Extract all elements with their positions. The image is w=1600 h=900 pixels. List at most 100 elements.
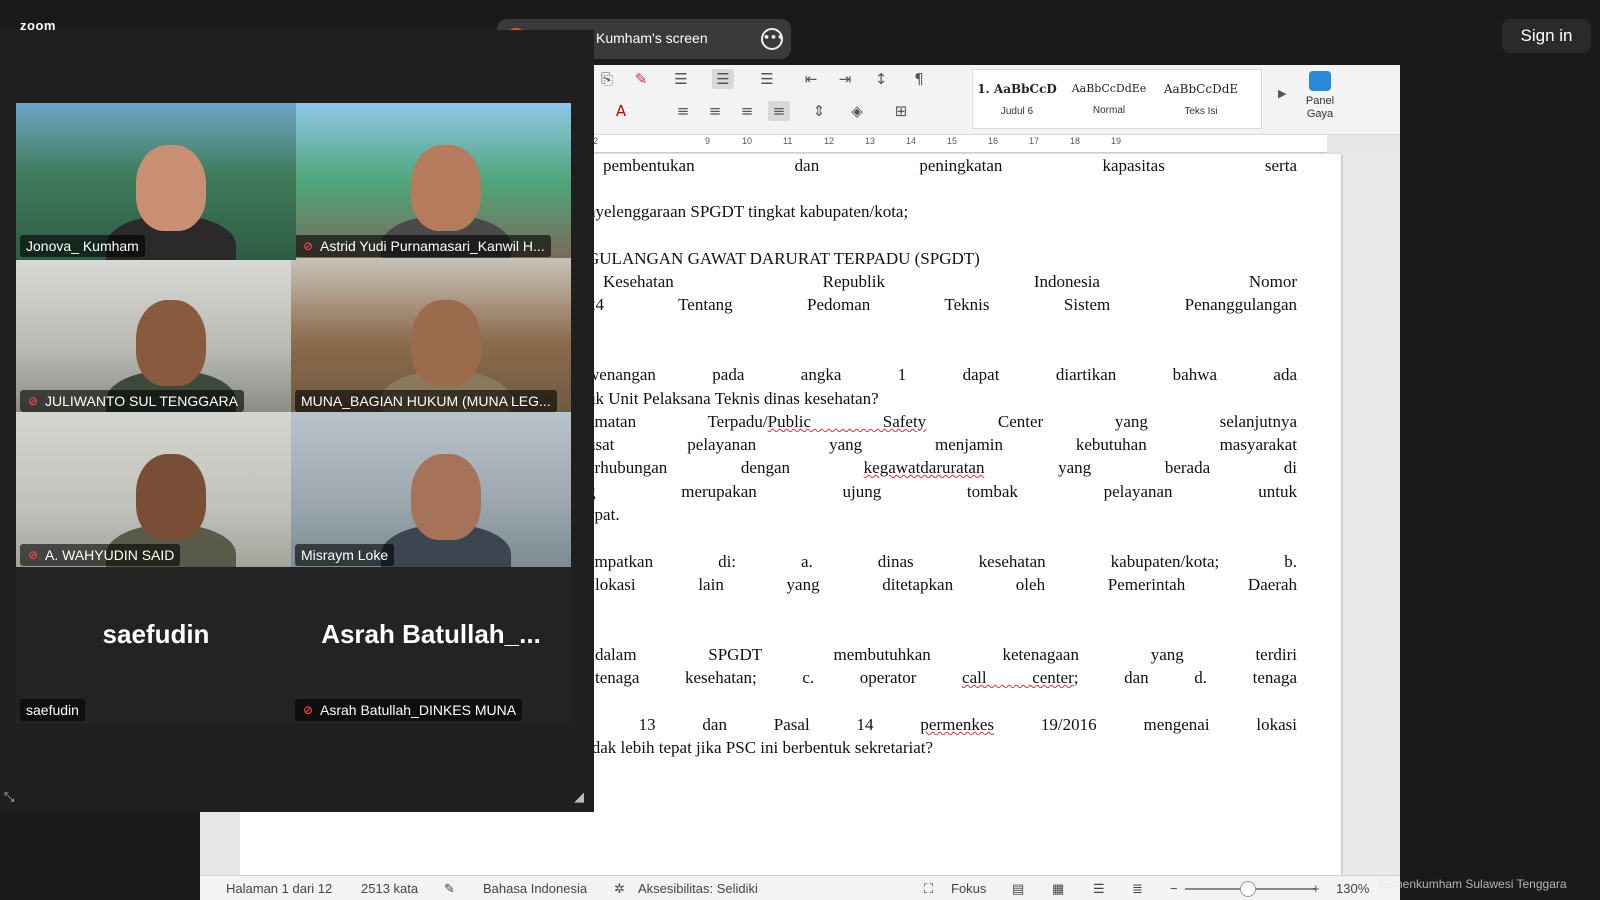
mic-muted-icon: ⊘ <box>302 703 314 717</box>
paragraph-mark-icon[interactable]: ¶ <box>908 69 930 89</box>
participant-tile[interactable]: ⊘ Astrid Yudi Purnamasari_Kanwil H... <box>291 103 571 260</box>
collapse-icon[interactable]: ⤡ <box>4 790 14 805</box>
participant-name: Misraym Loke <box>301 547 389 563</box>
mic-muted-icon: ⊘ <box>27 548 39 562</box>
format-painter-icon[interactable]: ⎘ <box>596 69 618 89</box>
document-line: GULANGAN GAWAT DARURAT TERPADU (SPGDT) <box>587 249 980 268</box>
multilevel-list-icon[interactable]: ☰ <box>756 69 778 89</box>
accessibility-status[interactable]: Aksesibilitas: Selidiki <box>638 881 758 896</box>
outline-icon[interactable]: ≣ <box>1132 881 1143 897</box>
participant-name: A. WAHYUDIN SAID <box>45 547 175 563</box>
document-line: g merupakan ujung tombak pelayanan untuk <box>587 482 1297 501</box>
more-options-icon[interactable]: ••• <box>761 28 784 50</box>
participant-tile[interactable]: ⊘ JULIWANTO SUL TENGGARA <box>16 258 296 415</box>
zoom-slider-handle[interactable] <box>1240 881 1256 897</box>
participant-display-name: saefudin <box>102 619 210 649</box>
participant-face <box>411 300 481 386</box>
document-line: erhubungan dengan kegawatdaruratan yang … <box>587 458 1297 477</box>
style-sample: AaBbCcDdE <box>1163 82 1239 96</box>
participant-tile[interactable]: Misraym Loke <box>291 412 571 569</box>
zoom-out-icon[interactable]: − <box>1170 881 1178 896</box>
document-line: 24 Tentang Pedoman Teknis Sistem Penangg… <box>587 295 1297 314</box>
focus-icon: ⛶ <box>924 881 934 896</box>
spelling-marker[interactable]: Public Safety <box>768 412 927 431</box>
font-color-icon[interactable]: A <box>610 101 632 121</box>
mic-muted-icon: ⊘ <box>302 239 314 253</box>
style-name: Teks Isi <box>1184 106 1218 117</box>
styles-pane-icon <box>1309 71 1331 91</box>
styles-pane-button[interactable]: Panel Gaya <box>1298 71 1342 121</box>
increase-indent-icon[interactable]: ⇥ <box>834 69 856 89</box>
participant-tile[interactable]: ⊘ A. WAHYUDIN SAID <box>16 412 296 569</box>
resize-handle-icon[interactable]: ◢ <box>574 790 584 805</box>
style-teks-isi[interactable]: AaBbCcDdE Teks Isi <box>1157 70 1245 128</box>
decrease-indent-icon[interactable]: ⇤ <box>800 69 822 89</box>
ruler-tick: 12 <box>824 136 835 146</box>
style-sample: AaBbCcDdEe <box>1071 82 1147 95</box>
participant-nametag: ⊘ JULIWANTO SUL TENGGARA <box>20 390 244 412</box>
page-count[interactable]: Halaman 1 dari 12 <box>226 881 332 896</box>
participant-nametag: ⊘ Astrid Yudi Purnamasari_Kanwil H... <box>295 235 551 257</box>
line-spacing-icon[interactable]: ⇕ <box>808 101 830 121</box>
clear-formatting-icon[interactable]: ✎ <box>630 69 652 89</box>
accessibility-icon: ✲ <box>614 881 625 896</box>
ruler-tick: 16 <box>988 136 999 146</box>
share-label: Kumham's screen <box>596 30 708 46</box>
participant-name: Astrid Yudi Purnamasari_Kanwil H... <box>320 238 545 254</box>
participant-tile[interactable]: Jonova_ Kumham <box>16 103 296 260</box>
document-line: tenaga kesehatan; c. operator call cente… <box>595 668 1297 687</box>
bullets-icon[interactable]: ☰ <box>670 69 692 89</box>
align-left-icon[interactable]: ≡ <box>672 101 694 121</box>
web-layout-icon[interactable]: ☰ <box>1093 881 1105 897</box>
watermark: Kemenkumham Sulawesi Tenggara <box>1378 877 1567 891</box>
align-center-icon[interactable]: ≡ <box>704 101 726 121</box>
zoom-level[interactable]: 130% <box>1336 881 1369 896</box>
participant-nametag: MUNA_BAGIAN HUKUM (MUNA LEG... <box>295 390 557 412</box>
justify-icon[interactable]: ≡ <box>768 101 790 121</box>
participant-nametag: Jonova_ Kumham <box>20 235 145 257</box>
participant-nametag: Misraym Loke <box>295 544 395 566</box>
mic-muted-icon: ⊘ <box>27 394 39 408</box>
document-line: empatkan di: a. dinas kesehatan kabupate… <box>587 552 1297 571</box>
participant-name: saefudin <box>26 702 79 718</box>
styles-pane-label: Panel Gaya <box>1305 95 1335 120</box>
numbering-icon[interactable]: ☰ <box>712 69 734 89</box>
horizontal-ruler[interactable]: 2 9 10 11 12 13 14 15 16 17 18 19 <box>585 135 1327 153</box>
participant-name: JULIWANTO SUL TENGGARA <box>45 393 238 409</box>
spelling-marker[interactable]: permenkes <box>920 715 994 734</box>
document-line: nyelenggaraan SPGDT tingkat kabupaten/ko… <box>587 202 909 221</box>
participant-name: MUNA_BAGIAN HUKUM (MUNA LEG... <box>301 393 551 409</box>
sign-in-button[interactable]: Sign in <box>1502 19 1591 53</box>
spelling-marker[interactable]: call center <box>962 668 1074 687</box>
ruler-tick: 13 <box>865 136 876 146</box>
borders-icon[interactable]: ⊞ <box>890 101 912 121</box>
participant-tile[interactable]: MUNA_BAGIAN HUKUM (MUNA LEG... <box>291 258 571 415</box>
shading-icon[interactable]: ◈ <box>846 101 868 121</box>
proofing-icon[interactable]: ✎ <box>444 881 455 897</box>
participant-face <box>411 145 481 231</box>
focus-button[interactable]: Fokus <box>951 881 986 896</box>
read-mode-icon[interactable]: ▤ <box>1012 881 1024 897</box>
ruler-tick: 10 <box>742 136 753 146</box>
zoom-gallery-view: ⤡ ◢ Jonova_ Kumham ⊘ Astrid Yudi Purnamasa… <box>0 30 594 812</box>
style-judul-6[interactable]: 1. AaBbCcD Judul 6 <box>973 70 1061 128</box>
language[interactable]: Bahasa Indonesia <box>483 881 587 896</box>
style-normal[interactable]: AaBbCcDdEe Normal <box>1065 70 1153 128</box>
participant-name: Asrah Batullah_DINKES MUNA <box>320 702 517 718</box>
document-line: wenangan pada angka 1 dapat diartikan ba… <box>587 365 1297 384</box>
participant-nametag: saefudin <box>20 699 85 721</box>
align-right-icon[interactable]: ≡ <box>736 101 758 121</box>
print-layout-icon[interactable]: ▦ <box>1052 881 1064 897</box>
sort-icon[interactable]: ↕ <box>870 69 892 89</box>
participant-face <box>411 454 481 540</box>
ruler-tick: 19 <box>1111 136 1122 146</box>
word-count[interactable]: 2513 kata <box>361 881 418 896</box>
spelling-marker[interactable]: kegawatdaruratan <box>864 458 985 477</box>
participant-tile[interactable]: Asrah Batullah_... ⊘ Asrah Batullah_DINKES… <box>291 567 571 724</box>
participant-tile[interactable]: saefudin saefudin <box>16 567 296 724</box>
document-line: amatan Terpadu/Public Safety Center yang… <box>587 412 1297 431</box>
ruler-tick: 14 <box>906 136 917 146</box>
zoom-in-icon[interactable]: + <box>1312 881 1320 896</box>
gallery-more-icon[interactable]: ▶ <box>1278 87 1286 100</box>
document-line: idak lebih tepat jika PSC ini berbentuk … <box>587 738 934 757</box>
